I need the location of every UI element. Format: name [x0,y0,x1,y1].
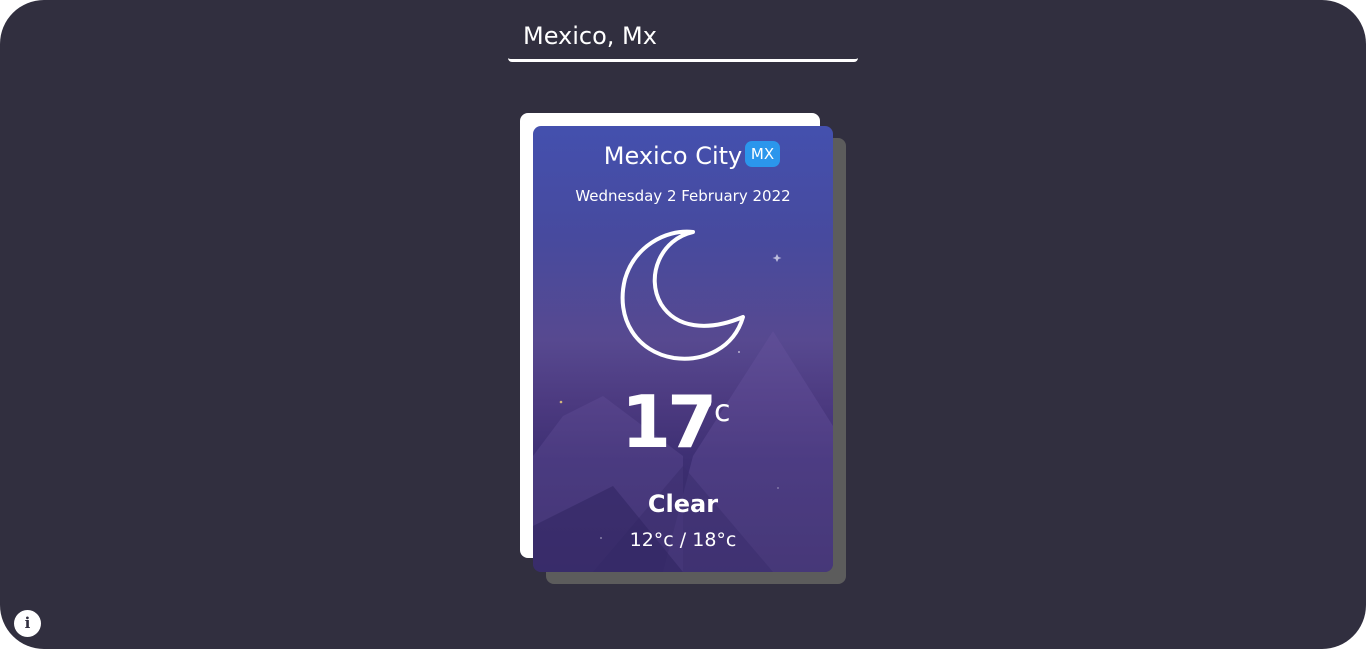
temperature-range: 12°c / 18°c [629,529,737,551]
country-badge: MX [745,141,780,167]
temperature-unit: °c [699,394,731,429]
info-icon[interactable]: i [14,610,41,637]
app-background: Mexico City MX Wednesday 2 February 2022… [0,0,1366,649]
city-row: Mexico City [533,142,833,170]
moon-icon [620,229,745,361]
star [777,487,779,489]
star [559,400,563,404]
star [772,254,782,262]
weather-condition: Clear [647,490,719,518]
star [738,351,740,353]
search-bar [508,18,858,66]
city-name: Mexico City [603,142,743,170]
date-label: Wednesday 2 February 2022 [575,187,791,205]
search-input[interactable] [508,18,858,62]
weather-card: Mexico City MX Wednesday 2 February 2022… [533,126,833,572]
